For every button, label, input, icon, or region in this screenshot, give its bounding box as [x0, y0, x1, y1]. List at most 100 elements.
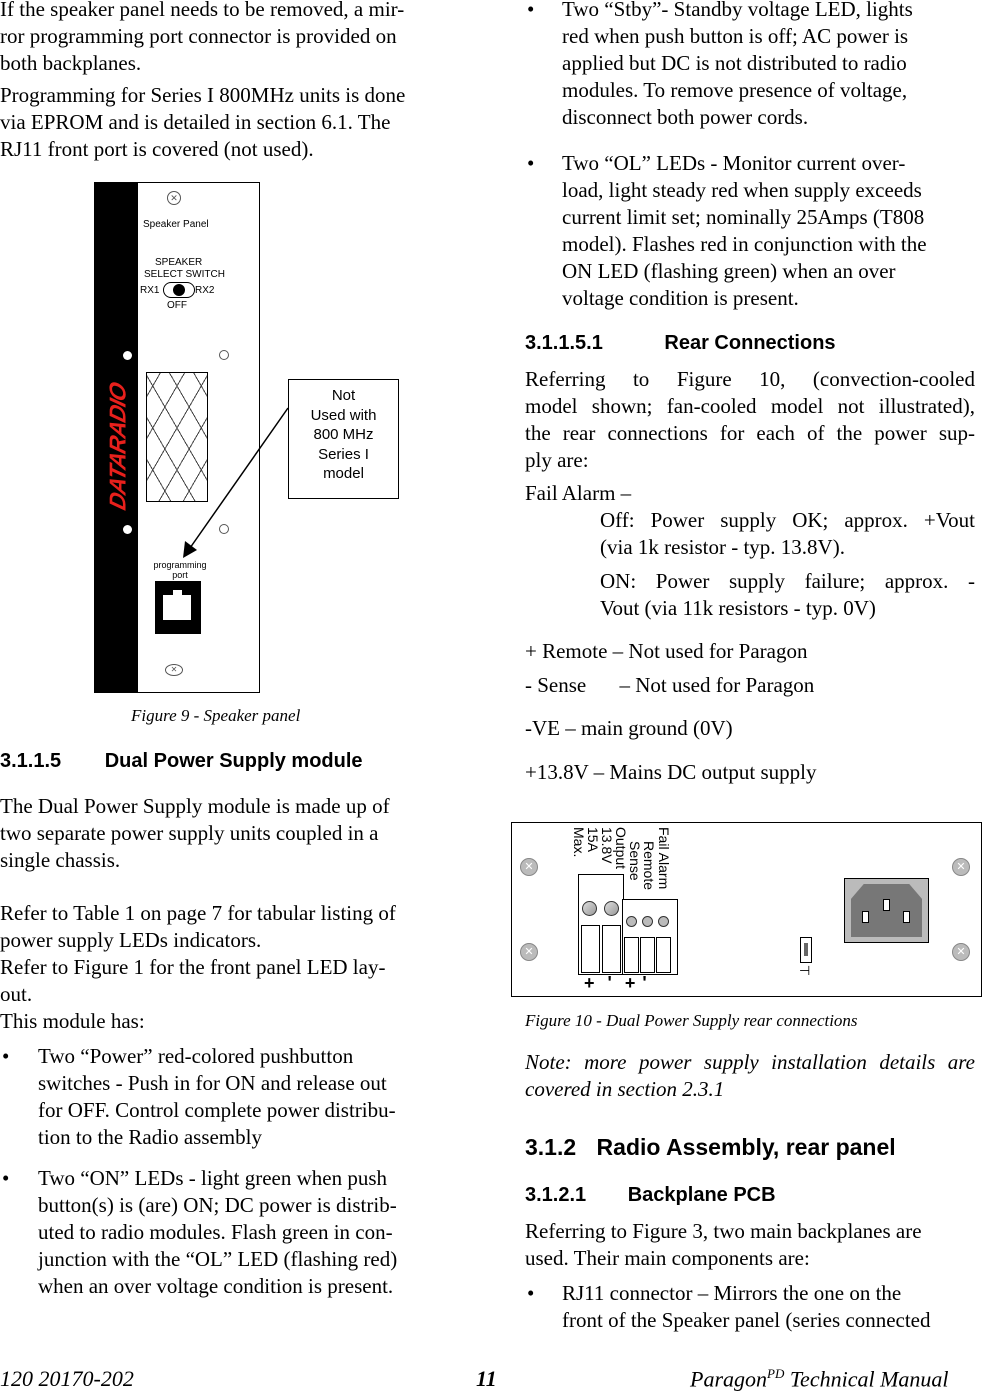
manual-superscript: PD [767, 1366, 785, 1381]
text-line: single chassis. [0, 848, 121, 872]
socket-pin [903, 911, 910, 923]
text-line: current limit set; nominally 25Amps (T80… [562, 205, 925, 229]
bullet-symbol: • [2, 1044, 10, 1068]
text-line: Referring to Figure 10, (convection-cool… [525, 367, 975, 391]
section-heading-31151: 3.1.1.5.1 Rear Connections [525, 332, 836, 355]
figure-10-caption: Figure 10 - Dual Power Supply rear conne… [525, 1011, 858, 1030]
v138-line: +13.8V – Mains DC output supply [525, 760, 817, 784]
section-title: Backplane PCB [627, 1184, 776, 1206]
text-line: used. Their main components are: [525, 1246, 810, 1270]
terminal-slot [656, 937, 671, 973]
section-number: 3.1.2 [525, 1134, 577, 1160]
text-line: This module has: [0, 1009, 145, 1033]
output-terminal-block [578, 874, 624, 975]
section-title: Dual Power Supply module [104, 750, 363, 772]
screw-icon: ✕ [520, 858, 538, 876]
text-line: Two “Power” red-colored pushbutton [38, 1044, 354, 1068]
section-number: 3.1.2.1 [525, 1184, 587, 1206]
ground-icon: ⊣ [799, 963, 811, 978]
text-line: voltage condition is present. [562, 286, 799, 310]
bullet-text: Two “Stby”- Standby voltage LED, lights … [562, 0, 977, 131]
screw-icon: ✕ [952, 858, 970, 876]
manual-suffix: Technical Manual [784, 1366, 949, 1392]
bullet-text: Two “OL” LEDs - Monitor current over- lo… [562, 150, 977, 312]
terminal-slot [624, 937, 639, 973]
terminal-screw [658, 916, 669, 927]
figure-9-caption: Figure 9 - Speaker panel [131, 706, 301, 725]
dps-paragraph: The Dual Power Supply module is made up … [0, 793, 445, 874]
terminal-slot [640, 937, 655, 973]
text-line: ON: Power supply failure; approx. - [600, 569, 975, 593]
polarity-minus: ' [607, 973, 612, 993]
text-line: ply are: [525, 448, 589, 472]
bullet-symbol: • [527, 151, 535, 175]
label-line: Max. [571, 827, 587, 858]
text-line: applied but DC is not distributed to rad… [562, 51, 907, 75]
socket-pin [862, 911, 869, 923]
text-line: uted to radio modules. Flash green in co… [38, 1220, 393, 1244]
screw-icon: ✕ [952, 943, 970, 961]
fail-alarm-terminal-label: Fail Alarm [656, 827, 672, 890]
text-line: load, light steady red when supply excee… [562, 178, 922, 202]
footer-manual-title: ParagonPD Technical Manual [690, 1366, 949, 1392]
sense-line: - Sense – Not used for Paragon [525, 672, 814, 699]
text-line: two separate power supply units coupled … [0, 821, 379, 845]
text-line: junction with the “OL” LED (flashing red… [38, 1247, 398, 1271]
fail-alarm-off: Off: Power supply OK; approx. +Vout (via… [600, 507, 975, 561]
fail-alarm-label: Fail Alarm – [525, 481, 632, 505]
bullet-text: Two “ON” LEDs - light green when push bu… [38, 1165, 448, 1300]
ground-switch-lever [804, 943, 808, 956]
rear-connections-paragraph: Referring to Figure 10, (convection-cool… [525, 366, 975, 474]
text-line: ON LED (flashing green) when an over [562, 259, 896, 283]
bullet-text: Two “Power” red-colored pushbutton switc… [38, 1043, 448, 1151]
terminal-slot [581, 925, 600, 973]
text-line: Two “OL” LEDs - Monitor current over- [562, 151, 906, 175]
text-line: modules. To remove presence of voltage, [562, 78, 908, 102]
text-line: the rear connections for each of the pow… [525, 421, 975, 445]
polarity-plus: + [584, 973, 595, 993]
footer-page-number: 11 [476, 1366, 497, 1391]
label-line: Sense [627, 841, 643, 881]
ground-switch[interactable] [800, 937, 812, 963]
text-line: covered in section 2.3.1 [525, 1077, 725, 1101]
text-line: Off: Power supply OK; approx. +Vout [600, 508, 975, 532]
text-line: out. [0, 982, 33, 1006]
polarity-minus: ' [642, 973, 647, 993]
terminal-screw [604, 901, 619, 916]
label-line: 15A [585, 827, 601, 852]
text-line: button(s) is (are) ON; DC power is distr… [38, 1193, 397, 1217]
backplane-paragraph: Referring to Figure 3, two main backplan… [525, 1218, 975, 1272]
text-line: (via 1k resistor - typ. 13.8V). [600, 535, 845, 559]
section-heading-3121: 3.1.2.1 Backplane PCB [525, 1184, 776, 1207]
text-line: when an over voltage condition is presen… [38, 1274, 394, 1298]
rear-connections-figure: ✕ ✕ ✕ ✕ Output 13.8V 15A Max. Remote Sen… [511, 822, 982, 997]
text-line: front of the Speaker panel (series conne… [562, 1308, 931, 1332]
text-line: power supply LEDs indicators. [0, 928, 262, 952]
section-title: Radio Assembly, rear panel [596, 1134, 896, 1160]
text-line: disconnect both power cords. [562, 105, 809, 129]
text-line: The Dual Power Supply module is made up … [0, 794, 390, 818]
bullet-text: RJ11 connector – Mirrors the one on the … [562, 1280, 977, 1334]
bullet-symbol: • [527, 1281, 535, 1305]
terminal-screw [582, 901, 597, 916]
sense-alarm-terminal-block [622, 899, 678, 975]
sense-desc: – Not used for Paragon [619, 673, 815, 697]
socket-pin [883, 899, 890, 911]
bullet-symbol: • [2, 1166, 10, 1190]
installation-note: Note: more power supply installation det… [525, 1049, 975, 1103]
section-number: 3.1.1.5 [0, 750, 62, 772]
bullet-symbol: • [527, 0, 535, 21]
text-line: model shown; fan-cooled model not illust… [525, 394, 975, 418]
label-line: 13.8V [599, 827, 615, 864]
remote-line: + Remote – Not used for Paragon [525, 639, 808, 663]
terminal-screw [626, 916, 637, 927]
fail-alarm-on: ON: Power supply failure; approx. - Vout… [600, 568, 975, 622]
section-number: 3.1.1.5.1 [525, 332, 603, 354]
refer-paragraph: Refer to Table 1 on page 7 for tabular l… [0, 900, 445, 1035]
text-line: Two “Stby”- Standby voltage LED, lights [562, 0, 913, 21]
section-title: Rear Connections [664, 332, 836, 354]
text-line: Two “ON” LEDs - light green when push [38, 1166, 388, 1190]
text-line: for OFF. Control complete power distribu… [38, 1098, 396, 1122]
text-line: switches - Push in for ON and release ou… [38, 1071, 387, 1095]
ac-power-inlet[interactable] [844, 878, 929, 943]
